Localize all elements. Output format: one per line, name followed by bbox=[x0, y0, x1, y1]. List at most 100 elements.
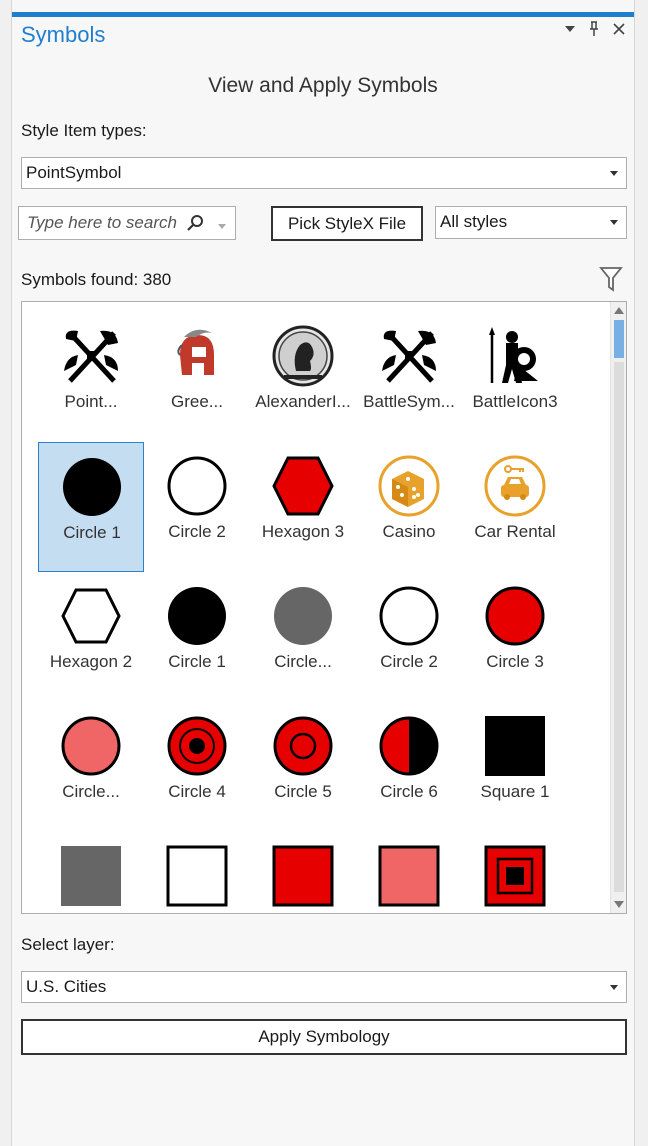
symbol-label: Square 1 bbox=[480, 782, 550, 801]
symbol-tile[interactable]: Casino bbox=[356, 442, 462, 572]
symbol-tile[interactable] bbox=[38, 832, 144, 913]
square-white-icon bbox=[166, 845, 228, 907]
warrior-icon bbox=[484, 325, 546, 387]
symbol-tile[interactable]: Circle 1 bbox=[38, 442, 144, 572]
symbol-tile[interactable]: Circle... bbox=[38, 702, 144, 832]
close-icon[interactable] bbox=[609, 22, 629, 36]
filter-icon[interactable] bbox=[599, 266, 623, 297]
symbol-label: Hexagon 2 bbox=[49, 652, 133, 671]
pane-accent-bar bbox=[12, 12, 634, 17]
layer-value: U.S. Cities bbox=[26, 977, 107, 996]
symbol-label: BattleSym... bbox=[363, 392, 455, 411]
right-edge bbox=[634, 0, 648, 1146]
symbol-tile[interactable] bbox=[462, 832, 568, 913]
scroll-up-arrow-icon[interactable] bbox=[614, 307, 624, 314]
symbol-tile[interactable]: Car Rental bbox=[462, 442, 568, 572]
style-types-dropdown[interactable]: PointSymbol bbox=[21, 157, 627, 189]
styles-filter-value: All styles bbox=[440, 212, 508, 231]
symbol-label: BattleIcon3 bbox=[472, 392, 558, 411]
pin-icon[interactable] bbox=[584, 21, 604, 37]
symbol-tile[interactable]: Circle 2 bbox=[356, 572, 462, 702]
symbol-label: Circle 4 bbox=[168, 782, 226, 801]
symbol-tile[interactable] bbox=[144, 832, 250, 913]
style-types-value: PointSymbol bbox=[26, 163, 122, 182]
symbol-label: Hexagon 3 bbox=[261, 522, 345, 541]
search-history-chevron-icon[interactable] bbox=[218, 224, 226, 229]
casino-dice-icon bbox=[378, 455, 440, 517]
symbol-tile[interactable] bbox=[356, 832, 462, 913]
symbol-tile[interactable]: Circle 4 bbox=[144, 702, 250, 832]
circle-black-icon bbox=[166, 585, 228, 647]
search-placeholder: Type here to search bbox=[27, 213, 177, 232]
symbol-tile[interactable]: Circle 1 bbox=[144, 572, 250, 702]
gallery-scrollbar[interactable] bbox=[610, 302, 626, 913]
symbol-tile[interactable]: Circle... bbox=[250, 572, 356, 702]
battle-axe-icon bbox=[60, 325, 122, 387]
symbol-tile[interactable]: Gree... bbox=[144, 312, 250, 442]
symbol-label: Circle... bbox=[274, 652, 332, 671]
symbol-tile[interactable]: BattleIcon3 bbox=[462, 312, 568, 442]
circle-bullseye-icon bbox=[166, 715, 228, 777]
symbol-tile[interactable]: Hexagon 3 bbox=[250, 442, 356, 572]
symbol-label: Gree... bbox=[171, 392, 223, 411]
symbol-tile[interactable] bbox=[250, 832, 356, 913]
symbol-gallery: Point... Gree... AlexanderI... BattleSym...… bbox=[21, 301, 627, 914]
circle-gray-icon bbox=[272, 585, 334, 647]
car-rental-icon bbox=[484, 455, 546, 517]
circle-pink-icon bbox=[60, 715, 122, 777]
layer-dropdown[interactable]: U.S. Cities bbox=[21, 971, 627, 1003]
apply-symbology-button[interactable]: Apply Symbology bbox=[21, 1019, 627, 1055]
symbol-label: Circle 1 bbox=[63, 523, 121, 542]
search-icon[interactable] bbox=[186, 214, 204, 237]
symbol-label: AlexanderI... bbox=[255, 392, 351, 411]
symbol-label: Circle 6 bbox=[380, 782, 438, 801]
symbol-label: Casino bbox=[382, 522, 436, 541]
symbol-tile[interactable]: Hexagon 2 bbox=[38, 572, 144, 702]
symbol-tile[interactable]: Circle 6 bbox=[356, 702, 462, 832]
pick-stylex-file-button[interactable]: Pick StyleX File bbox=[271, 206, 423, 241]
alexander-coin-icon bbox=[272, 325, 334, 387]
symbol-tile[interactable]: Circle 3 bbox=[462, 572, 568, 702]
scrollbar-track[interactable] bbox=[614, 362, 624, 892]
symbol-tile[interactable]: Point... bbox=[38, 312, 144, 442]
circle-black-icon bbox=[61, 456, 123, 518]
square-nested-icon bbox=[484, 845, 546, 907]
styles-filter-dropdown[interactable]: All styles bbox=[435, 206, 627, 239]
greek-helmet-icon bbox=[166, 325, 228, 387]
circle-ring-icon bbox=[272, 715, 334, 777]
symbol-tile[interactable]: Circle 5 bbox=[250, 702, 356, 832]
scroll-down-arrow-icon[interactable] bbox=[614, 901, 624, 908]
scrollbar-thumb[interactable] bbox=[614, 320, 624, 358]
hexagon-red-icon bbox=[272, 455, 334, 517]
chevron-down-icon bbox=[610, 220, 618, 225]
battle-axe-icon bbox=[378, 325, 440, 387]
symbol-label: Circle 5 bbox=[274, 782, 332, 801]
symbol-label: Point... bbox=[64, 392, 118, 411]
symbols-pane: Symbols View and Apply Symbols Style Ite… bbox=[12, 0, 634, 1146]
symbol-tile[interactable]: BattleSym... bbox=[356, 312, 462, 442]
chevron-down-icon bbox=[610, 985, 618, 990]
circle-white-icon bbox=[378, 585, 440, 647]
search-input[interactable]: Type here to search bbox=[18, 206, 236, 240]
hexagon-white-icon bbox=[60, 585, 122, 647]
circle-white-icon bbox=[166, 455, 228, 517]
symbol-tile[interactable]: AlexanderI... bbox=[250, 312, 356, 442]
circle-half-icon bbox=[378, 715, 440, 777]
square-red-icon bbox=[272, 845, 334, 907]
symbol-tile[interactable]: Square 1 bbox=[462, 702, 568, 832]
pane-title: Symbols bbox=[21, 22, 106, 47]
circle-red-icon bbox=[484, 585, 546, 647]
style-types-label: Style Item types: bbox=[21, 121, 147, 140]
symbol-label: Circle 2 bbox=[380, 652, 438, 671]
symbol-tile[interactable]: Circle 2 bbox=[144, 442, 250, 572]
symbol-label: Circle 2 bbox=[168, 522, 226, 541]
chevron-down-icon bbox=[610, 171, 618, 176]
square-pink-icon bbox=[378, 845, 440, 907]
symbols-found-count: Symbols found: 380 bbox=[21, 270, 172, 289]
symbol-label: Circle... bbox=[62, 782, 120, 801]
pane-heading: View and Apply Symbols bbox=[208, 74, 438, 97]
square-gray-icon bbox=[60, 845, 122, 907]
left-edge bbox=[0, 0, 12, 1146]
symbol-label: Circle 3 bbox=[486, 652, 544, 671]
pane-menu-chevron-icon[interactable] bbox=[560, 25, 580, 33]
